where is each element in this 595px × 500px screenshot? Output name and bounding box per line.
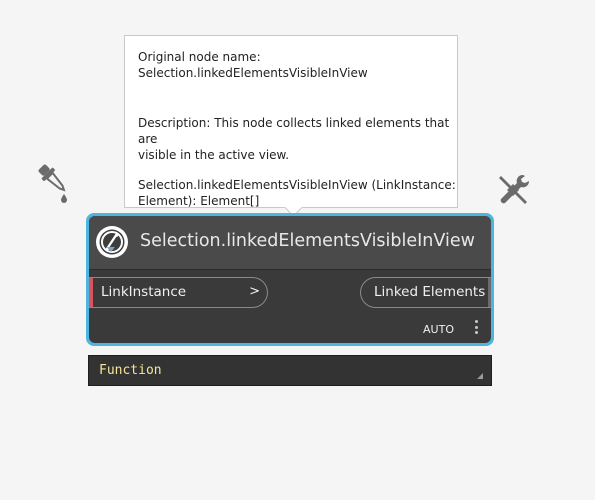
input-port-required-marker: [89, 278, 93, 307]
node-tooltip: Original node name: Selection.linkedElem…: [124, 35, 458, 217]
tooltip-description: Description: This node collects linked e…: [138, 116, 450, 162]
node-logo-icon: [96, 226, 128, 258]
tools-icon[interactable]: [495, 172, 531, 208]
input-port-linkinstance[interactable]: LinkInstance >: [89, 277, 268, 308]
preview-bubble[interactable]: Function: [88, 355, 492, 386]
node-header[interactable]: Selection.linkedElementsVisibleInView: [89, 216, 491, 270]
input-port-label: LinkInstance: [101, 284, 187, 300]
output-port-label: Linked Elements: [374, 284, 486, 300]
dynamo-node[interactable]: Selection.linkedElementsVisibleInView Li…: [86, 213, 494, 346]
tooltip-original-name-label: Original node name:: [138, 50, 261, 64]
output-port-edge: [488, 278, 491, 307]
node-body[interactable]: Selection.linkedElementsVisibleInView Li…: [89, 216, 491, 343]
output-port-linked-elements[interactable]: Linked Elements: [360, 277, 491, 308]
more-options-icon[interactable]: [472, 320, 480, 336]
eyedropper-icon[interactable]: [34, 160, 74, 204]
input-port-arrow: >: [249, 284, 260, 299]
expand-preview-icon[interactable]: [477, 373, 483, 379]
tooltip-original-name-value: Selection.linkedElementsVisibleInView: [138, 66, 368, 80]
preview-value: Function: [99, 363, 162, 378]
lacing-indicator[interactable]: AUTO: [423, 323, 454, 336]
node-title: Selection.linkedElementsVisibleInView: [140, 231, 475, 251]
